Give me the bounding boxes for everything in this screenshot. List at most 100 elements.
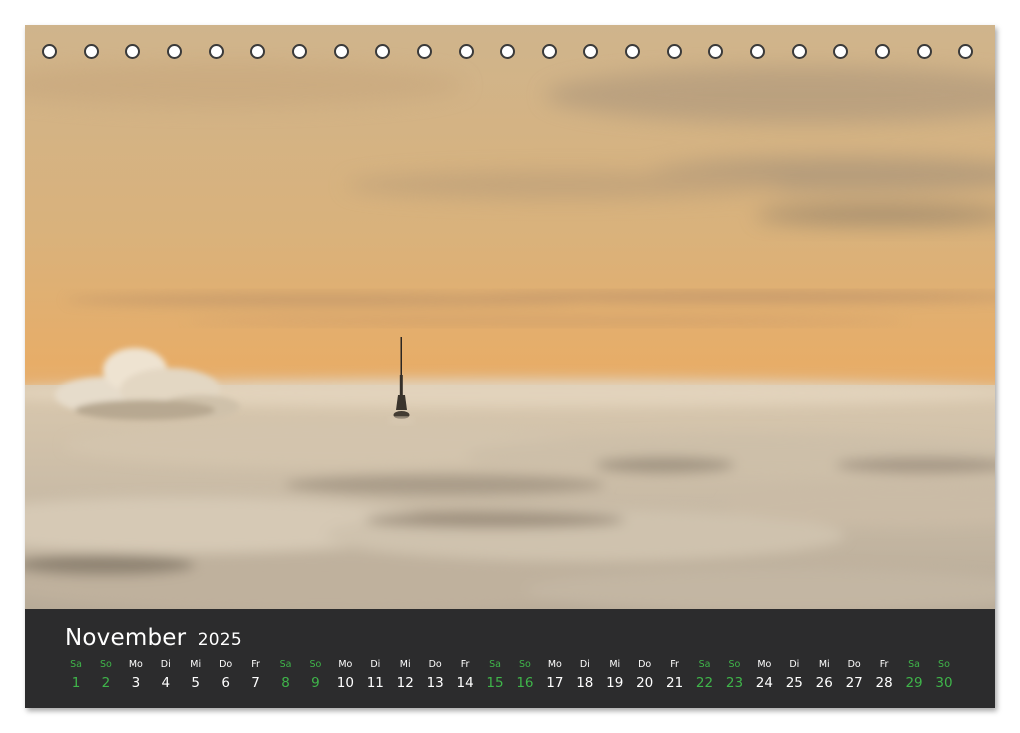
binding-hole (750, 44, 766, 59)
weekday-label: Sa (908, 659, 920, 670)
day-number: 19 (606, 675, 624, 691)
weekday-label: Mo (547, 659, 562, 670)
binding-hole (166, 44, 182, 59)
day-number: 26 (815, 675, 833, 691)
day-cell: Mi 12 (390, 657, 420, 693)
day-strip: Sa 1 So 2 Mo 3 Di 4 Mi 5 Do 6 Fr 7 Sa 8 So 9 Mo 10 Di 11 Mi 12 D… (61, 657, 971, 701)
day-cell: Di 11 (360, 657, 390, 693)
day-cell: Do 6 (211, 657, 241, 693)
weekday-label: So (519, 659, 531, 670)
weekday-label: Mi (609, 659, 621, 670)
day-cell: Mo 10 (330, 657, 360, 693)
day-cell: Sa 1 (61, 657, 91, 693)
weekday-label: Mo (338, 659, 353, 670)
weekday-label: So (309, 659, 322, 670)
day-cell: Sa 8 (271, 657, 301, 693)
day-cell: So 2 (91, 657, 121, 693)
binding-hole (833, 44, 849, 59)
day-number: 7 (251, 675, 260, 691)
day-number: 23 (725, 675, 744, 691)
binding-hole (875, 44, 890, 59)
day-number: 16 (516, 675, 534, 691)
binding-hole (583, 44, 599, 59)
weekday-label: Mi (399, 659, 411, 670)
day-cell: Di 18 (570, 657, 600, 693)
day-number: 1 (71, 675, 81, 691)
day-number: 12 (396, 675, 414, 691)
day-number: 21 (666, 675, 684, 691)
day-cell: Do 27 (839, 657, 869, 693)
day-cell: Mi 5 (181, 657, 211, 693)
weekday-label: Mi (190, 659, 202, 670)
day-cell: Mo 3 (121, 657, 151, 693)
binding-hole (208, 44, 224, 59)
day-cell: Mo 24 (749, 657, 779, 693)
day-cell: So 16 (510, 657, 540, 693)
weekday-label: Mi (818, 659, 830, 670)
day-cell: Fr 21 (660, 657, 690, 693)
binding-hole (541, 44, 557, 59)
day-cell: So 30 (929, 657, 959, 693)
day-cell: Mo 17 (540, 657, 570, 693)
binding-hole (125, 44, 141, 59)
weekday-label: Mo (757, 659, 772, 670)
calendar-page: November 2025 Sa 1 So 2 Mo 3 Di 4 Mi 5 Do 6 Fr 7 Sa 8 So… (25, 25, 995, 708)
day-cell: Sa 22 (690, 657, 720, 693)
day-cell: Di 25 (779, 657, 809, 693)
month-title: November 2025 (65, 625, 242, 651)
day-number: 25 (785, 675, 803, 691)
month-name: November (65, 625, 187, 651)
binding-hole (458, 44, 474, 59)
day-number: 24 (755, 675, 773, 691)
weekday-label: Fr (879, 659, 889, 670)
day-number: 22 (695, 675, 714, 691)
day-number: 5 (191, 675, 201, 691)
year-label: 2025 (197, 630, 242, 650)
binding-hole (625, 44, 641, 59)
day-cell: So 9 (300, 657, 330, 693)
weekday-label: So (100, 659, 112, 670)
weekday-label: Di (789, 659, 800, 670)
day-cell: Mi 19 (600, 657, 630, 693)
weekday-label: Sa (489, 659, 501, 670)
weekday-label: Fr (670, 659, 679, 670)
day-cell: Sa 15 (480, 657, 510, 693)
day-cell: Fr 7 (241, 657, 271, 693)
day-cell: Do 13 (420, 657, 450, 693)
day-number: 9 (311, 675, 320, 691)
binding-hole (250, 44, 266, 59)
binding-hole (666, 44, 682, 59)
calendar-photo (25, 25, 995, 609)
binding-hole (500, 44, 516, 59)
binding-hole (708, 44, 724, 59)
weekday-label: Mo (128, 659, 143, 670)
binding-holes (25, 25, 995, 85)
weekday-label: Di (160, 659, 171, 670)
day-number: 29 (905, 675, 923, 691)
weekday-label: Do (428, 659, 442, 670)
day-cell: Mi 26 (809, 657, 839, 693)
binding-hole (375, 44, 391, 59)
weekday-label: Fr (251, 659, 260, 670)
binding-hole (42, 44, 57, 59)
day-number: 28 (875, 675, 893, 691)
weekday-label: Do (638, 659, 652, 670)
day-number: 15 (486, 675, 504, 691)
weekday-label: Do (847, 659, 861, 670)
day-number: 30 (935, 675, 953, 691)
day-cell: Di 4 (151, 657, 181, 693)
binding-hole (958, 44, 974, 59)
binding-hole (291, 44, 307, 59)
binding-hole (416, 44, 432, 59)
weekday-label: Sa (279, 659, 292, 670)
weekday-label: Fr (460, 659, 470, 670)
binding-hole (791, 44, 807, 59)
weekday-label: So (728, 659, 741, 670)
day-cell: Do 20 (630, 657, 660, 693)
day-number: 17 (546, 675, 564, 691)
binding-hole (333, 44, 349, 59)
day-number: 2 (101, 675, 111, 691)
day-number: 13 (426, 675, 444, 691)
binding-hole (916, 44, 932, 59)
day-number: 20 (636, 675, 654, 691)
